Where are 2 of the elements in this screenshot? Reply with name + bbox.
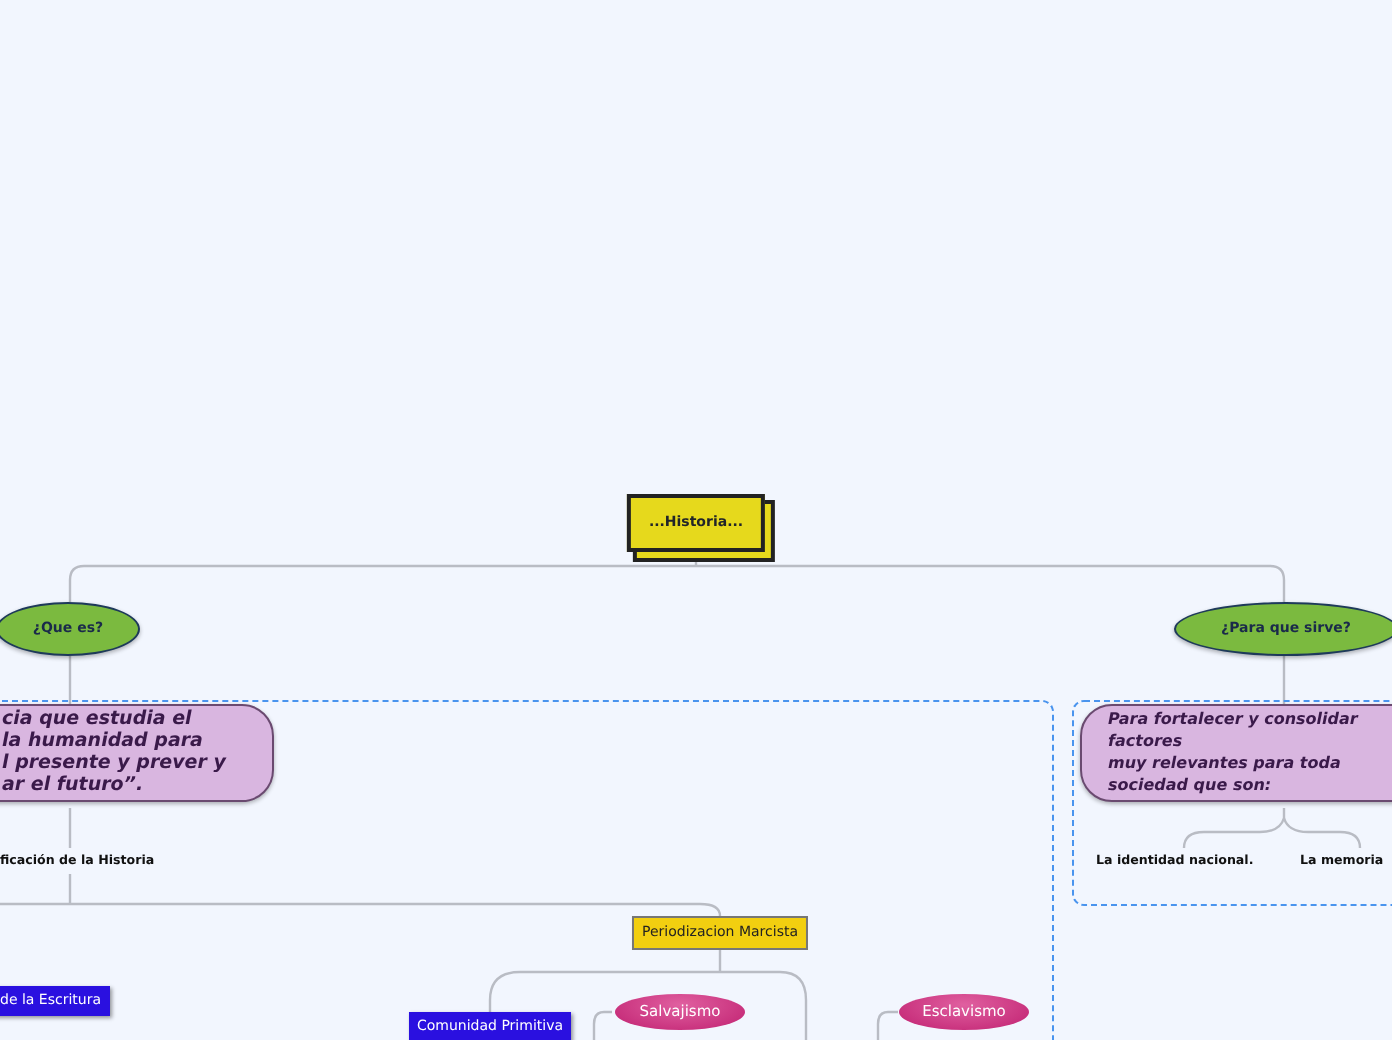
note-bubble[interactable]: cia que estudia el la humanidad para l presente y prever y ar el futuro”. [0,704,274,802]
note-bubble[interactable]: Para fortalecer y consolidar factores muy relevantes para toda sociedad que son: [1080,704,1392,802]
